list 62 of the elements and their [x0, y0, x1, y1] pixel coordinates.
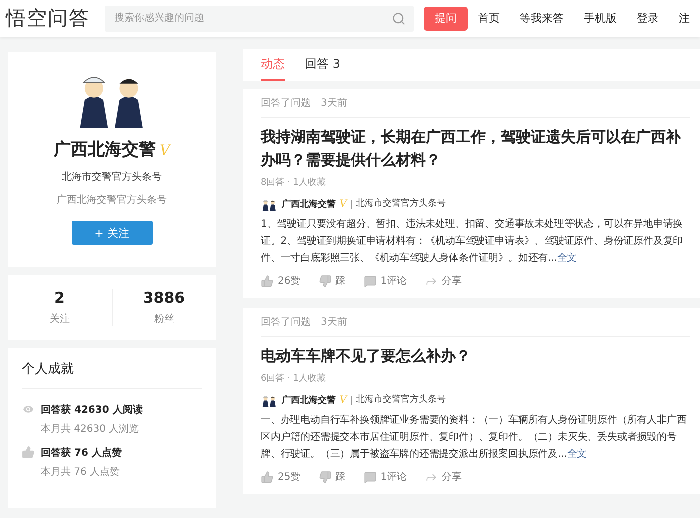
activity-time: 3天前 [321, 316, 348, 329]
achievement-detail: 本月共 42630 人浏览 [41, 422, 140, 436]
search-icon[interactable] [392, 12, 406, 26]
like-action[interactable]: 25赞 [261, 470, 301, 484]
profile-name: 广西北海交警 [54, 139, 156, 161]
comment-icon [364, 274, 377, 288]
search-input[interactable]: 搜索你感兴趣的问题 [112, 12, 373, 25]
question-title[interactable]: 我持湖南驾驶证，长期在广西工作，驾驶证遗失后可以在广西补办吗？需要提供什么材料？ [261, 126, 690, 172]
answer-text: 一、办理电动自行车补换领牌证业务需要的资料：（一）车辆所有人身份证明原件（所有人非广西区内户籍的还需提交本市居住证明原件、复印件）、复印件。（二）未灭失、丢失或者损毁的号牌、行驶证。（三）属于被盗车牌的还需提交派出所报案回执原件及...全文 [261, 414, 688, 462]
eye-icon [22, 403, 35, 416]
share-action[interactable]: 分享 [425, 470, 462, 484]
stat-label: 关注 [50, 312, 70, 326]
thumbs-up-icon [261, 274, 274, 288]
verified-mark: V [340, 199, 348, 210]
ask-button[interactable]: 提问 [424, 6, 468, 30]
thumbs-down-icon [318, 470, 332, 484]
author-avatar [261, 198, 278, 210]
tab[interactable]: 回答 3 [305, 49, 340, 81]
achievement-headline: 回答获 76 人点赞 [41, 446, 122, 460]
dislike-action[interactable]: 踩 [318, 274, 346, 288]
nav-link[interactable]: 登录 [627, 11, 670, 26]
author-description: 北海市交警官方头条号 [351, 396, 446, 405]
achievement-headline: 回答获 42630 人阅读 [41, 404, 143, 417]
site-logo[interactable]: 悟空问答 [6, 5, 95, 32]
verified-mark: V [340, 395, 348, 406]
thumbs-up-icon [261, 470, 274, 484]
achievement-detail: 本月共 76 人点赞 [41, 466, 122, 479]
activity-time: 3天前 [321, 97, 348, 110]
full-text-link[interactable]: 全文 [557, 253, 578, 264]
nav-link[interactable]: 注 [669, 11, 700, 26]
profile-subtitle: 北海市交警官方头条号 [62, 170, 162, 184]
verified-mark: V [160, 143, 170, 159]
activity-label: 回答了问题 [261, 97, 311, 110]
answer-text: 1、驾驶证只要没有超分、暂扣、违法未处理、扣留、交通事故未处理等状态，可以在异地申请换证。2、驾驶证到期换证申请材料有：《机动车驾驶证申请表》、驾驶证原件、身份证原件及复印件、一寸白底彩照三张、《机动车驾驶人身体条件证明》。如还有...全文 [261, 218, 684, 266]
comment-action[interactable]: 1评论 [364, 470, 408, 484]
stat-value: 3886 [143, 289, 186, 307]
profile-description: 广西北海交警官方头条号 [57, 194, 167, 207]
nav-link[interactable]: 首页 [468, 11, 510, 26]
like-action[interactable]: 26赞 [261, 274, 301, 288]
comment-action[interactable]: 1评论 [364, 274, 408, 288]
follow-button[interactable]: + 关注 [72, 221, 152, 245]
share-action[interactable]: 分享 [425, 274, 462, 288]
author-name[interactable]: 广西北海交警 [282, 394, 336, 407]
full-text-link[interactable]: 全文 [567, 449, 588, 460]
question-title[interactable]: 电动车车牌不见了要怎么补办？ [261, 345, 690, 368]
nav-link[interactable]: 手机版 [574, 11, 628, 26]
achievements-title: 个人成就 [22, 360, 202, 389]
thumbs-up-icon [22, 446, 35, 459]
stat-value: 2 [54, 289, 65, 307]
author-description: 北海市交警官方头条号 [351, 200, 446, 209]
comment-icon [364, 470, 377, 484]
question-meta: 6回答 · 1人收藏 [261, 372, 328, 385]
thumbs-down-icon [318, 274, 332, 288]
author-avatar [261, 394, 278, 406]
activity-label: 回答了问题 [261, 316, 311, 329]
stat-label: 粉丝 [154, 312, 174, 326]
author-name[interactable]: 广西北海交警 [282, 198, 336, 211]
search-field[interactable]: 搜索你感兴趣的问题 [104, 6, 414, 32]
dislike-action[interactable]: 踩 [318, 470, 346, 484]
tab[interactable]: 动态 [261, 49, 285, 81]
nav-link[interactable]: 等我来答 [510, 11, 574, 26]
question-meta: 8回答 · 1人收藏 [261, 176, 328, 189]
